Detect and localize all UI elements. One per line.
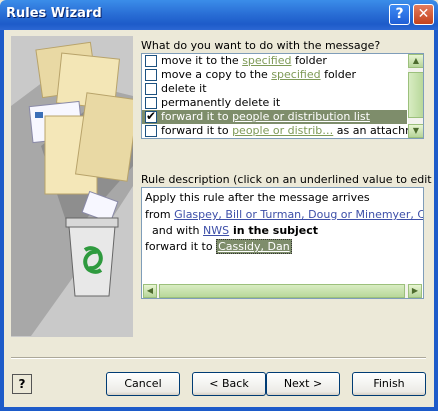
description-text: and with: [145, 224, 204, 237]
scroll-thumb[interactable]: [408, 72, 423, 118]
close-button[interactable]: ✕: [413, 4, 434, 25]
description-line: and with NWS in the subject: [145, 224, 318, 238]
window-frame-left: [0, 30, 4, 411]
checkbox[interactable]: [145, 55, 157, 67]
divider: [11, 357, 426, 359]
action-link[interactable]: specified: [271, 68, 320, 81]
folder-envelope-trash-icon: [11, 41, 133, 336]
window-frame-bottom: [0, 407, 438, 411]
list-item[interactable]: move a copy to the specified folder: [142, 68, 407, 82]
list-item[interactable]: move it to the specified folder: [142, 54, 407, 68]
recipient-link[interactable]: Cassidy, Dan: [216, 239, 292, 254]
subject-words-link[interactable]: NWS: [203, 224, 229, 237]
checkbox[interactable]: [145, 97, 157, 109]
action-text: move it to the: [161, 54, 243, 67]
question-label: What do you want to do with the message?: [141, 39, 381, 52]
action-text: permanently delete it: [161, 96, 281, 109]
list-item[interactable]: delete it: [142, 82, 407, 96]
checkbox[interactable]: [145, 125, 157, 137]
action-text: move a copy to the: [161, 68, 272, 81]
scroll-right-icon[interactable]: ▶: [408, 284, 422, 298]
scroll-down-icon[interactable]: ▼: [408, 124, 423, 138]
description-line: Apply this rule after the message arrive…: [145, 191, 370, 204]
finish-button[interactable]: Finish: [352, 372, 426, 396]
rule-description-box[interactable]: Apply this rule after the message arrive…: [141, 187, 424, 299]
window-title: Rules Wizard: [6, 6, 102, 21]
action-text: forward it to: [161, 124, 233, 137]
back-button[interactable]: < Back: [192, 372, 266, 396]
help-title-button[interactable]: ?: [389, 4, 410, 25]
description-line: forward it to Cassidy, Dan: [145, 239, 292, 254]
action-link[interactable]: people or distribution list: [232, 110, 370, 123]
horizontal-scrollbar[interactable]: ◀ ▶: [143, 284, 422, 298]
list-item[interactable]: permanently delete it: [142, 96, 407, 110]
actions-list[interactable]: move it to the specified folder move a c…: [141, 53, 424, 139]
checkbox[interactable]: [145, 69, 157, 81]
action-text: folder: [291, 54, 327, 67]
vertical-scrollbar[interactable]: ▲ ▼: [408, 54, 423, 138]
help-button[interactable]: ?: [12, 374, 32, 394]
description-text: from: [145, 208, 175, 221]
description-text: forward it to: [145, 240, 217, 253]
senders-link[interactable]: Glaspey, Bill or Turman, Doug or Minemye…: [174, 208, 423, 221]
cancel-button[interactable]: Cancel: [106, 372, 180, 396]
list-item[interactable]: forward it to people or distrib… as an a…: [142, 124, 423, 138]
action-link[interactable]: people or distrib…: [232, 124, 333, 137]
checkbox[interactable]: [145, 83, 157, 95]
checkbox-checked[interactable]: [145, 109, 157, 123]
action-text: forward it to: [161, 110, 233, 123]
scroll-left-icon[interactable]: ◀: [143, 284, 157, 298]
action-text: folder: [320, 68, 357, 81]
title-bar[interactable]: Rules Wizard ? ✕: [0, 0, 438, 30]
list-item-selected[interactable]: forward it to people or distribution lis…: [142, 109, 407, 124]
scroll-thumb[interactable]: [159, 284, 405, 298]
description-line: from Glaspey, Bill or Turman, Doug or Mi…: [145, 208, 423, 222]
wizard-illustration: [11, 36, 133, 337]
action-link[interactable]: specified: [242, 54, 291, 67]
action-text: delete it: [161, 82, 207, 95]
description-text: in the subject: [229, 224, 319, 237]
scroll-up-icon[interactable]: ▲: [408, 54, 423, 68]
window-frame-right: [434, 30, 438, 411]
next-button[interactable]: Next >: [266, 372, 340, 396]
